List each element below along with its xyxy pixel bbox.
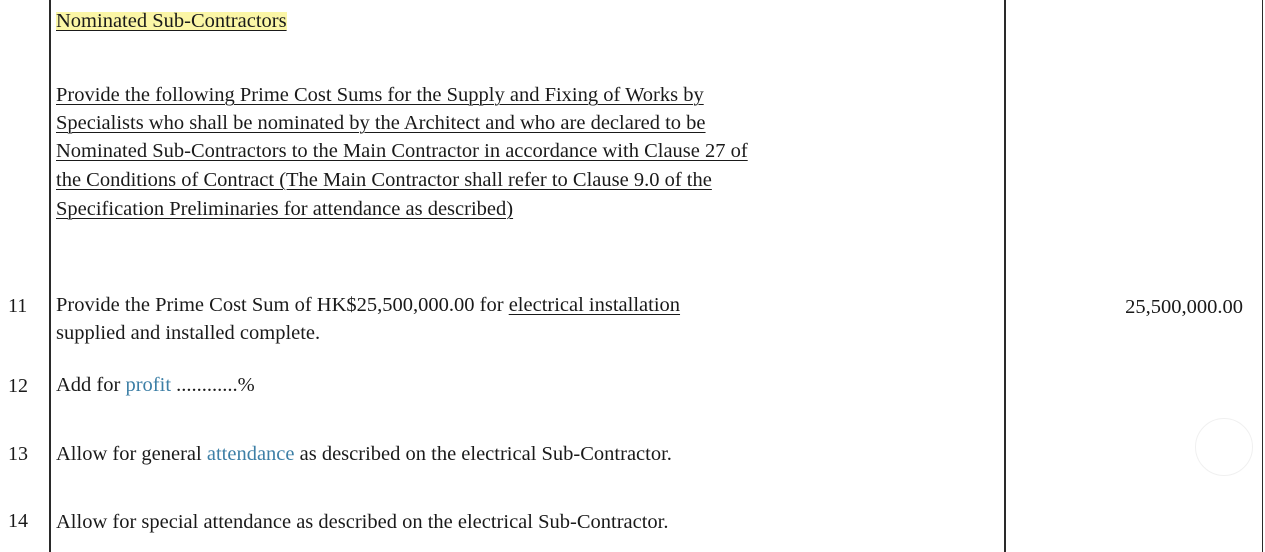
item-13-description: Allow for general attendance as describe… xyxy=(56,439,672,469)
item-11-line-1: Provide the Prime Cost Sum of HK$25,500,… xyxy=(56,290,680,320)
item-14-description: Allow for special attendance as describe… xyxy=(56,511,669,533)
item-11-text: Provide the Prime Cost Sum of HK$25,500,… xyxy=(56,294,509,316)
item-12-highlight: profit xyxy=(125,374,172,396)
intro-line-2-wrap: Specialists who shall be nominated by th… xyxy=(56,108,706,138)
section-heading: Nominated Sub-Contractors xyxy=(56,6,287,36)
faint-stamp-mark xyxy=(1195,418,1253,476)
item-13-suffix: as described on the electrical Sub-Contr… xyxy=(294,443,672,465)
section-intro: Provide the following Prime Cost Sums fo… xyxy=(56,80,704,110)
item-13-text: Allow for general xyxy=(56,443,207,465)
amount-column-divider-left xyxy=(1004,0,1006,552)
item-11-description: Provide the Prime Cost Sum of HK$25,500,… xyxy=(56,290,680,348)
item-12-suffix: ............% xyxy=(171,374,255,396)
item-number: 12 xyxy=(8,375,28,397)
intro-line-4-wrap: the Conditions of Contract (The Main Con… xyxy=(56,165,712,195)
intro-line-3-wrap: Nominated Sub-Contractors to the Main Co… xyxy=(56,136,748,166)
item-number: 14 xyxy=(8,510,28,532)
bill-of-quantities-page: Nominated Sub-Contractors Provide the fo… xyxy=(0,0,1265,552)
intro-line: Provide the following Prime Cost Sums fo… xyxy=(56,84,704,106)
item-number: 11 xyxy=(8,295,28,317)
item-12-description: Add for profit ............% xyxy=(56,370,255,400)
intro-line: the Conditions of Contract (The Main Con… xyxy=(56,169,712,191)
item-11-amount: 25,500,000.00 xyxy=(1125,296,1243,318)
amount-column-divider-right xyxy=(1262,0,1263,552)
item-12-text: Add for xyxy=(56,374,126,396)
section-heading-text: Nominated Sub-Contractors xyxy=(56,10,287,32)
item-column-divider xyxy=(49,0,51,552)
item-number: 13 xyxy=(8,443,28,465)
intro-line: Specialists who shall be nominated by th… xyxy=(56,112,706,134)
item-11-underlined: electrical installation xyxy=(508,294,681,316)
intro-line: Nominated Sub-Contractors to the Main Co… xyxy=(56,140,748,162)
item-13-highlight: attendance xyxy=(206,443,295,465)
item-11-line-2: supplied and installed complete. xyxy=(56,322,321,344)
intro-line: Specification Preliminaries for attendan… xyxy=(56,198,514,220)
intro-line-5-wrap: Specification Preliminaries for attendan… xyxy=(56,194,513,224)
